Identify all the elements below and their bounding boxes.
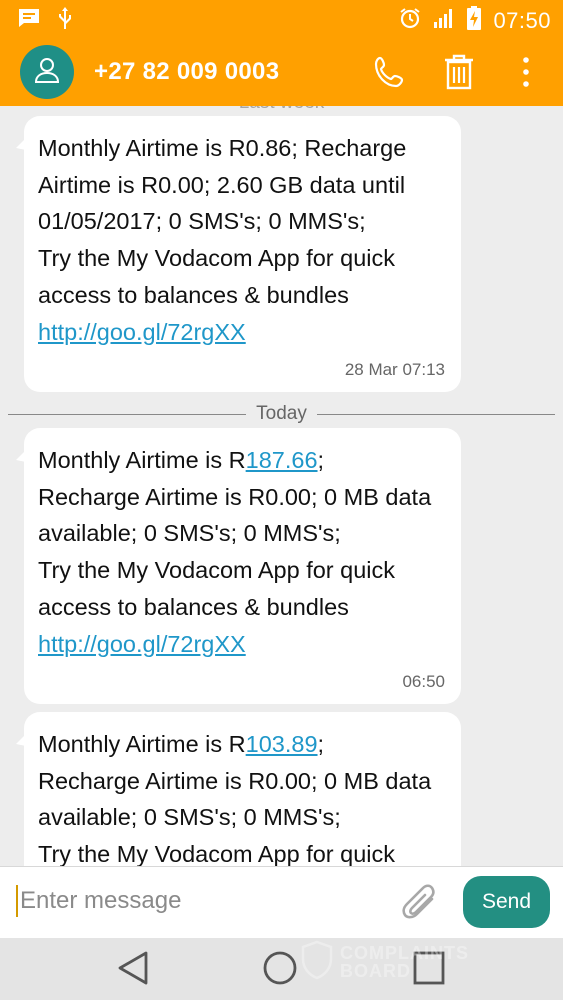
- back-icon[interactable]: [116, 950, 150, 991]
- alarm-icon: [399, 7, 421, 34]
- status-bar: 07:50: [0, 0, 563, 40]
- message-text: Monthly Airtime is R103.89; Recharge Air…: [38, 731, 432, 866]
- signal-icon: [433, 7, 455, 34]
- message-composer: Enter message Send: [0, 866, 563, 938]
- amount-link[interactable]: 187.66: [246, 447, 318, 473]
- divider-line: [316, 413, 556, 415]
- conversation-header: +27 82 009 0003: [0, 40, 563, 106]
- message-notification-icon: [18, 8, 40, 33]
- delete-icon[interactable]: [442, 54, 476, 95]
- date-separator-last-week: Last week: [0, 106, 563, 114]
- watermark: COMPLAINTS BOARD: [300, 940, 530, 984]
- amount-link[interactable]: 103.89: [246, 731, 318, 757]
- phone-icon[interactable]: [372, 54, 408, 95]
- contact-avatar-icon: [33, 56, 61, 89]
- watermark-text: COMPLAINTS BOARD: [340, 943, 469, 981]
- message-timestamp: 28 Mar 07:13: [344, 360, 445, 380]
- message-text: Monthly Airtime is R187.66; Recharge Air…: [38, 447, 432, 657]
- battery-charging-icon: [467, 6, 482, 35]
- home-icon[interactable]: [262, 950, 298, 991]
- divider-line: [8, 413, 247, 415]
- shield-logo-icon: [300, 940, 334, 985]
- message-timestamp: 06:50: [402, 672, 445, 692]
- message-bubble[interactable]: Monthly Airtime is R0.86; Recharge Airti…: [16, 116, 461, 393]
- attach-icon[interactable]: [402, 883, 440, 928]
- message-link[interactable]: http://goo.gl/72rgXX: [38, 319, 246, 345]
- date-separator-today: Today: [8, 402, 556, 426]
- message-bubble[interactable]: Monthly Airtime is R103.89; Recharge Air…: [16, 712, 461, 866]
- message-thread[interactable]: Last week Monthly Airtime is R0.86; Rech…: [0, 106, 563, 866]
- usb-icon: [58, 7, 72, 34]
- send-button[interactable]: Send: [463, 876, 550, 928]
- more-options-icon[interactable]: [520, 56, 532, 93]
- clock: 07:50: [493, 7, 551, 33]
- date-separator-label: Today: [256, 403, 307, 424]
- message-link[interactable]: http://goo.gl/72rgXX: [38, 631, 246, 657]
- contact-number[interactable]: +27 82 009 0003: [94, 58, 279, 86]
- message-bubble[interactable]: Monthly Airtime is R187.66; Recharge Air…: [16, 428, 461, 705]
- message-text: Monthly Airtime is R0.86; Recharge Airti…: [38, 135, 407, 345]
- contact-avatar[interactable]: [20, 45, 74, 99]
- message-input[interactable]: Enter message: [16, 885, 181, 917]
